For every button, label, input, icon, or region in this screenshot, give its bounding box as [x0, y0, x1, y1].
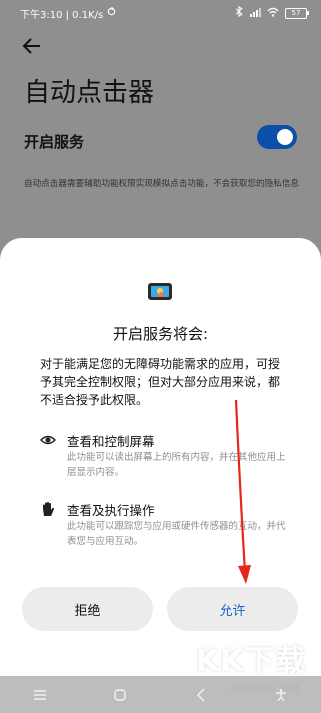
- dialog-title: 开启服务将会:: [112, 325, 209, 343]
- eye-icon: [40, 432, 56, 446]
- back-arrow-icon[interactable]: [20, 34, 48, 58]
- service-description: 自动点击器需要辅助功能权限实现模拟点击功能，不会获取您的隐私信息: [24, 179, 300, 189]
- wifi-icon: [267, 7, 279, 20]
- bluetooth-icon: [235, 5, 243, 20]
- battery-icon: 57: [285, 7, 309, 19]
- permission-title: 查看及执行操作: [67, 503, 155, 518]
- watermark-url: www.kkx.net: [229, 682, 300, 695]
- status-time-speed: 下午3:10 | 0.1K/s: [20, 9, 104, 21]
- page-title: 自动点击器: [24, 78, 155, 108]
- permission-dialog: 开启服务将会: 对于能满足您的无障碍功能需求的应用，可授予其完全控制权限；但对大…: [0, 238, 321, 676]
- signal-icon: [249, 7, 261, 20]
- menu-nav-icon[interactable]: [31, 686, 49, 704]
- sync-icon: [107, 6, 116, 19]
- permission-title: 查看和控制屏幕: [67, 434, 155, 449]
- home-nav-icon[interactable]: [111, 686, 129, 704]
- permission-description: 此功能可以跟踪您与应用或硬件传感器的互动，并代表您与应用互动。: [67, 521, 286, 547]
- allow-button[interactable]: 允许: [167, 587, 298, 631]
- dialog-body: 对于能满足您的无障碍功能需求的应用，可授予其完全控制权限；但对大部分应用来说，都…: [40, 357, 281, 407]
- watermark-text: KK下载: [196, 644, 307, 679]
- kkx-watermark: KK下载 www.kkx.net: [196, 636, 321, 713]
- service-label: 开启服务: [24, 133, 85, 151]
- status-bar: 下午3:10 | 0.1K/s 57: [0, 0, 321, 26]
- permission-description: 此功能可以读出屏幕上的所有内容，并在其他应用上层显示内容。: [67, 452, 286, 478]
- service-toggle[interactable]: [257, 125, 297, 149]
- hand-icon: [40, 501, 56, 516]
- reject-button[interactable]: 拒绝: [22, 587, 153, 631]
- app-icon: [147, 278, 173, 304]
